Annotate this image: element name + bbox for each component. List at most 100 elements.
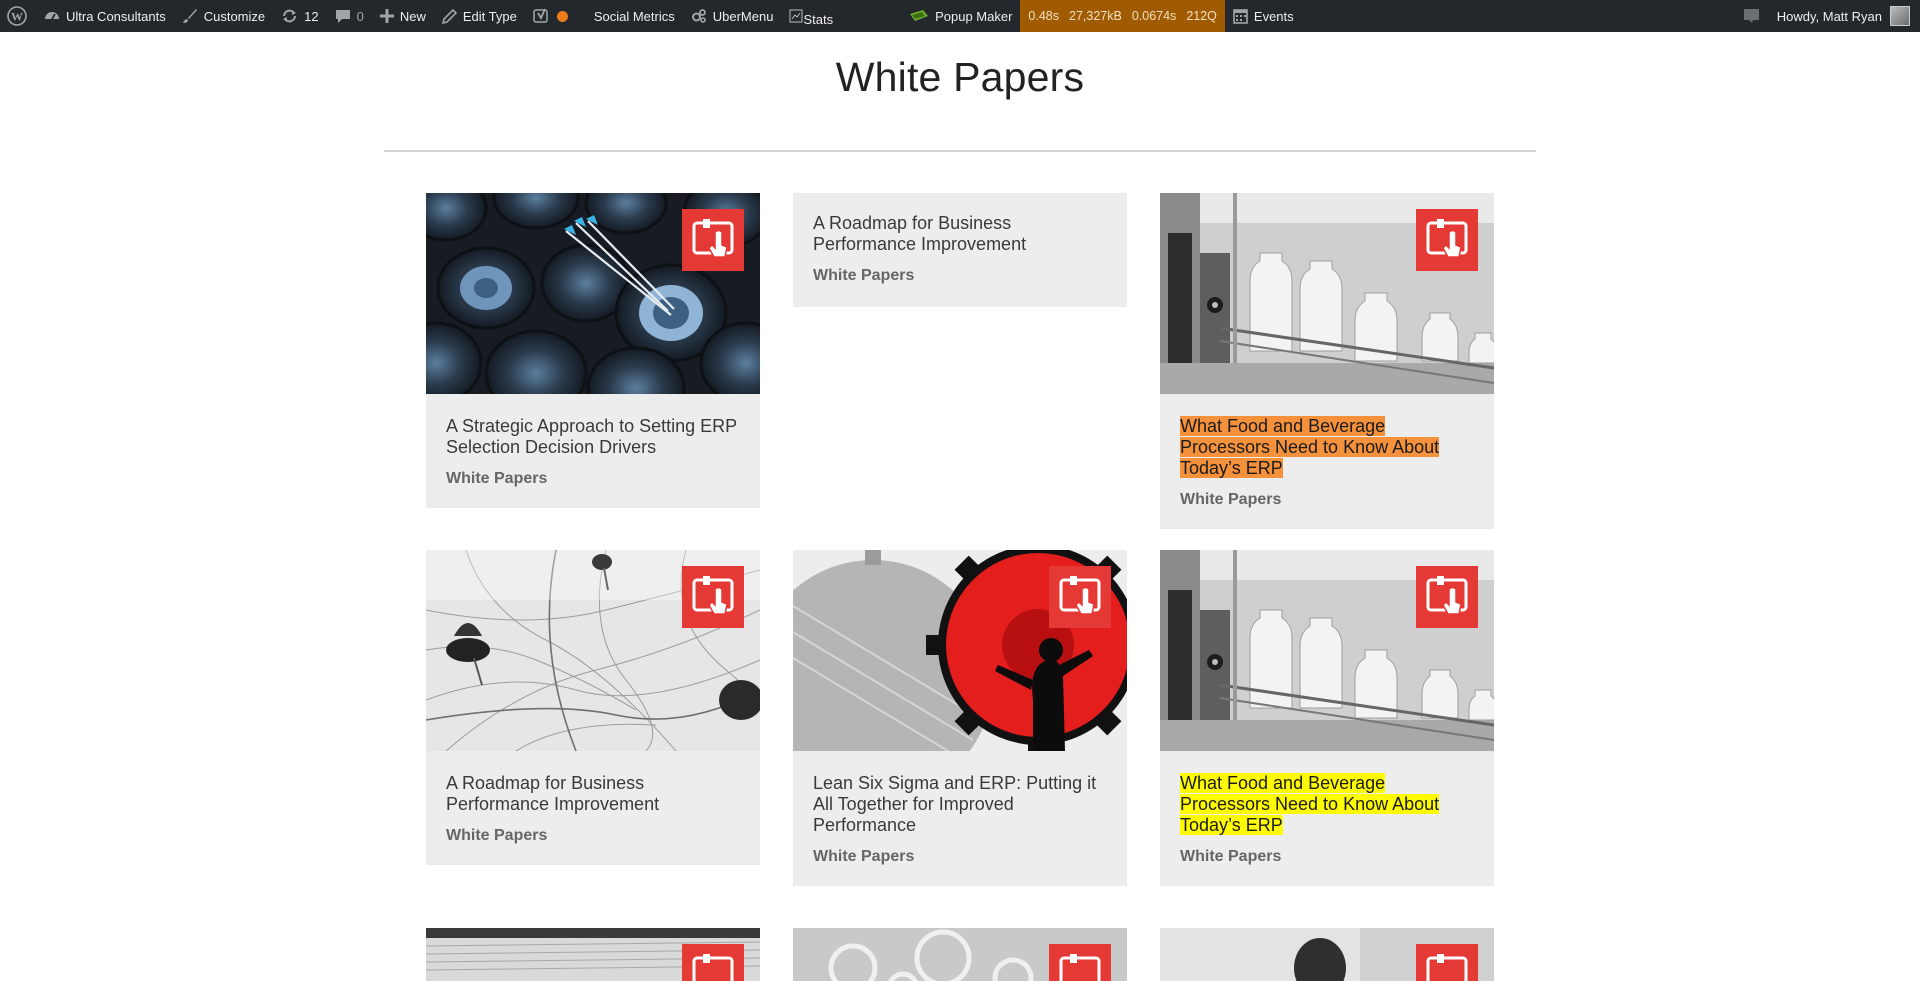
qm-query-count: 212Q: [1186, 9, 1217, 23]
notifications-link[interactable]: [1735, 0, 1769, 32]
edit-type-label: Edit Type: [462, 8, 517, 24]
white-paper-card: [793, 928, 1127, 981]
yoast-seo-menu[interactable]: [525, 0, 576, 32]
updates-count: 12: [304, 8, 319, 24]
new-content-menu[interactable]: New: [372, 0, 434, 32]
white-paper-card: Lean Six Sigma and ERP: Putting it All T…: [793, 550, 1127, 886]
stats-link[interactable]: Stats: [781, 0, 841, 32]
seo-score-dot: [556, 10, 568, 22]
howdy-label: Howdy, Matt Ryan: [1776, 8, 1882, 24]
yoast-icon: [533, 8, 548, 23]
whitepaper-badge: [682, 944, 744, 981]
whitepaper-badge: [1416, 944, 1478, 981]
whitepaper-badge: [1416, 566, 1478, 628]
tablet-tap-icon: [692, 954, 734, 981]
white-paper-card: What Food and Beverage Processors Need t…: [1160, 550, 1494, 886]
events-menu[interactable]: Events: [1225, 0, 1302, 32]
wordpress-logo-menu[interactable]: W: [0, 0, 36, 32]
social-metrics-label: Social Metrics: [593, 8, 675, 24]
card-category-link[interactable]: White Papers: [1180, 848, 1474, 866]
white-paper-card: [426, 928, 760, 981]
page-title: White Papers: [835, 54, 1085, 100]
popup-maker-label: Popup Maker: [935, 8, 1013, 24]
edit-type-link[interactable]: Edit Type: [434, 0, 525, 32]
white-paper-card: [1160, 928, 1494, 981]
new-label: New: [399, 8, 426, 24]
white-paper-card: A Strategic Approach to Setting ERP Sele…: [426, 193, 760, 508]
comments-count: 0: [356, 8, 364, 24]
wp-admin-bar: W Ultra Consultants Customize 12 0 New E…: [0, 0, 1920, 32]
events-label: Events: [1253, 8, 1294, 24]
card-title-link[interactable]: A Roadmap for Business Performance Impro…: [446, 773, 740, 815]
tablet-tap-icon: [1059, 576, 1101, 615]
pencil-icon: [441, 8, 457, 24]
plus-icon: [379, 9, 394, 23]
white-paper-card: What Food and Beverage Processors Need t…: [1160, 193, 1494, 529]
popup-maker-menu[interactable]: Popup Maker: [901, 0, 1020, 32]
avatar: [1890, 6, 1910, 26]
card-title-link[interactable]: A Roadmap for Business Performance Impro…: [813, 213, 1107, 255]
customize-label: Customize: [203, 8, 266, 24]
my-account-menu[interactable]: Howdy, Matt Ryan: [1769, 0, 1920, 32]
admin-bar-left: W Ultra Consultants Customize 12 0 New E…: [0, 0, 1302, 32]
comments-link[interactable]: 0: [327, 0, 372, 32]
card-category-link[interactable]: White Papers: [813, 267, 1107, 285]
site-name-menu[interactable]: Ultra Consultants: [36, 0, 174, 32]
card-thumbnail-papers[interactable]: [426, 928, 760, 981]
notification-icon: [1743, 9, 1759, 23]
card-category-link[interactable]: White Papers: [446, 470, 740, 488]
tablet-tap-icon: [1426, 219, 1468, 258]
card-thumbnail-gears[interactable]: [793, 928, 1127, 981]
stats-alt-text: Stats: [803, 11, 834, 27]
popup-maker-icon: [910, 10, 929, 21]
card-thumbnail-gear[interactable]: [793, 550, 1127, 751]
tablet-tap-icon: [692, 576, 734, 615]
title-divider: [384, 150, 1536, 152]
cogs-icon: [691, 9, 706, 23]
site-name-label: Ultra Consultants: [66, 8, 166, 24]
whitepaper-badge: [1416, 209, 1478, 271]
broken-image-icon: [789, 9, 803, 23]
updates-icon: [283, 9, 297, 23]
customize-link[interactable]: Customize: [174, 0, 273, 32]
ubermenu-menu[interactable]: UberMenu: [683, 0, 782, 32]
card-category-link[interactable]: White Papers: [446, 827, 740, 845]
paintbrush-icon: [182, 9, 197, 23]
calendar-icon: [1233, 9, 1248, 24]
wordpress-icon: W: [7, 6, 27, 26]
card-thumbnail-targets[interactable]: [426, 193, 760, 394]
card-title-link[interactable]: What Food and Beverage Processors Need t…: [1180, 773, 1474, 836]
svg-text:W: W: [11, 10, 23, 24]
qm-db-time: 0.0674s: [1131, 9, 1177, 23]
social-metrics-link[interactable]: Social Metrics: [586, 0, 683, 32]
comment-bubble-icon: [335, 10, 350, 23]
tablet-tap-icon: [692, 219, 734, 258]
card-thumbnail-map[interactable]: [426, 550, 760, 751]
white-paper-card: A Roadmap for Business Performance Impro…: [793, 193, 1127, 307]
card-thumbnail-bottling[interactable]: [1160, 550, 1494, 751]
tablet-tap-icon: [1426, 576, 1468, 615]
highlighted-title-text: What Food and Beverage Processors Need t…: [1180, 773, 1440, 835]
ubermenu-label: UberMenu: [712, 8, 774, 24]
qm-page-time: 0.48s: [1028, 9, 1059, 23]
updates-link[interactable]: 12: [273, 0, 326, 32]
card-thumbnail-person[interactable]: [1160, 928, 1494, 981]
card-title-link[interactable]: What Food and Beverage Processors Need t…: [1180, 416, 1474, 479]
whitepaper-badge: [1049, 944, 1111, 981]
card-thumbnail-bottling[interactable]: [1160, 193, 1494, 394]
highlighted-title-text: What Food and Beverage Processors Need t…: [1180, 416, 1440, 478]
card-title-link[interactable]: A Strategic Approach to Setting ERP Sele…: [446, 416, 740, 458]
whitepaper-badge: [682, 566, 744, 628]
admin-bar-right: Howdy, Matt Ryan: [1735, 0, 1920, 32]
tablet-tap-icon: [1426, 954, 1468, 981]
white-paper-card: A Roadmap for Business Performance Impro…: [426, 550, 760, 865]
card-category-link[interactable]: White Papers: [813, 848, 1107, 866]
qm-memory: 27,327kB: [1069, 9, 1122, 23]
card-category-link[interactable]: White Papers: [1180, 491, 1474, 509]
whitepaper-badge: [682, 209, 744, 271]
whitepaper-badge: [1049, 566, 1111, 628]
dashboard-icon: [45, 12, 59, 20]
query-monitor-menu[interactable]: 0.48s 27,327kB 0.0674s 212Q: [1020, 0, 1225, 32]
tablet-tap-icon: [1059, 954, 1101, 981]
card-title-link[interactable]: Lean Six Sigma and ERP: Putting it All T…: [813, 773, 1107, 836]
